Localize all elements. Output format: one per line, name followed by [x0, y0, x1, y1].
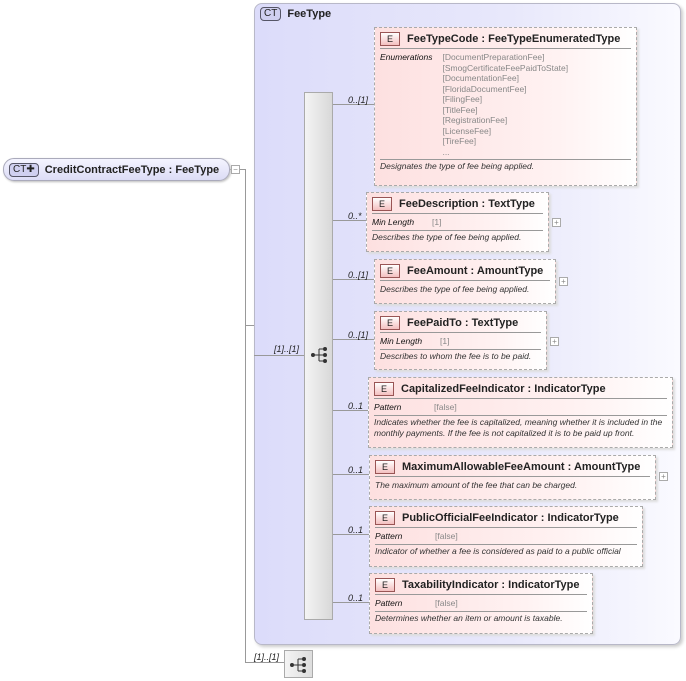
element-documentation: Designates the type of fee being applied… — [380, 161, 535, 171]
complex-type-label: FeeType — [287, 8, 332, 20]
element-header: E FeePaidTo : TextType — [380, 315, 541, 333]
element-box[interactable]: E MaximumAllowableFeeAmount : AmountType… — [369, 455, 656, 500]
connector — [245, 662, 284, 663]
facet-value: [1] — [432, 217, 442, 227]
element-header: E FeeAmount : AmountType — [380, 263, 550, 281]
facet-label: Enumerations — [380, 52, 433, 62]
facet-value: [DocumentationFee] — [442, 73, 519, 83]
multiplicity-label: 0..[1] — [348, 95, 369, 105]
element-name: CapitalizedFeeIndicator : IndicatorType — [401, 382, 606, 395]
element-documentation: Describes the type of fee being applied. — [380, 284, 530, 294]
element-header: E FeeDescription : TextType — [372, 196, 543, 214]
facet-value: [FloridaDocumentFee] — [442, 83, 527, 94]
multiplicity-label: 0..* — [348, 211, 362, 221]
facet-row: Pattern [false] — [375, 597, 587, 612]
facet-label: Pattern — [375, 598, 403, 608]
complex-type-plus-icon: CT✚ — [9, 162, 39, 177]
facet-value: [false] — [435, 531, 458, 541]
facet-value: [LicenseFee] — [442, 125, 492, 136]
element-box[interactable]: E TaxabilityIndicator : IndicatorType Pa… — [369, 573, 593, 634]
element-box[interactable]: E FeeTypeCode : FeeTypeEnumeratedType En… — [374, 27, 637, 186]
element-header: E TaxabilityIndicator : IndicatorType — [375, 577, 587, 595]
multiplicity-label: 0..1 — [348, 401, 364, 411]
facet-value: [false] — [434, 402, 457, 412]
expand-icon[interactable]: + — [659, 472, 668, 481]
complex-type-icon: CT — [260, 7, 282, 21]
sequence-icon — [311, 347, 327, 363]
element-documentation: Describes to whom the fee is to be paid. — [380, 350, 532, 361]
element-name: FeePaidTo : TextType — [407, 316, 519, 329]
bottom-multiplicity: [1]..[1] — [254, 652, 280, 662]
element-icon: E — [380, 31, 400, 46]
sequence-multiplicity: [1]..[1] — [274, 344, 300, 354]
expand-icon[interactable]: + — [552, 218, 561, 227]
multiplicity-label: 0..1 — [348, 465, 364, 475]
element-icon: E — [380, 315, 400, 330]
facet-row: Pattern [false] — [375, 530, 637, 545]
element-box[interactable]: E FeeAmount : AmountType Describes the t… — [374, 259, 556, 304]
facet-value: [FilingFee] — [442, 94, 483, 104]
connector — [245, 325, 254, 326]
element-documentation: Determines whether an item or amount is … — [375, 612, 563, 623]
sequence-icon — [290, 657, 306, 673]
element-header: E FeeTypeCode : FeeTypeEnumeratedType — [380, 31, 631, 49]
collapse-icon[interactable]: − — [231, 165, 240, 174]
expand-icon[interactable]: + — [550, 337, 559, 346]
facet-label: Pattern — [374, 402, 402, 412]
facet-label: Min Length — [372, 217, 415, 227]
expand-icon[interactable]: + — [559, 277, 568, 286]
multiplicity-label: 0..1 — [348, 525, 364, 535]
element-icon: E — [372, 196, 392, 211]
facet-row: Enumerations [DocumentPreparationFee] [Smo… — [380, 51, 631, 160]
facet-label: Pattern — [375, 531, 403, 541]
facet-row: Min Length [1] — [380, 335, 541, 350]
element-icon: E — [380, 263, 400, 278]
facet-label: Min Length — [380, 336, 423, 346]
element-header: E CapitalizedFeeIndicator : IndicatorTyp… — [374, 381, 667, 399]
facet-value: [false] — [435, 598, 458, 608]
element-name: MaximumAllowableFeeAmount : AmountType — [402, 460, 641, 473]
element-name: FeeTypeCode : FeeTypeEnumeratedType — [407, 32, 621, 45]
root-element[interactable]: CT✚ CreditContractFeeType : FeeType — [3, 158, 230, 181]
facet-value: [1] — [440, 336, 450, 346]
facet-value: [DocumentPreparationFee] — [442, 52, 545, 62]
facet-value: [SmogCertificateFeePaidToState] — [442, 62, 569, 73]
facet-value: [TireFee] — [442, 136, 477, 146]
facet-value: [TitleFee] — [442, 104, 478, 115]
element-name: PublicOfficialFeeIndicator : IndicatorTy… — [402, 511, 619, 524]
bottom-sequence-box[interactable] — [284, 650, 313, 678]
element-documentation: Indicates whether the fee is capitalized… — [374, 416, 663, 438]
element-icon: E — [375, 510, 395, 525]
complex-type-header: CT FeeType — [260, 7, 331, 21]
element-box[interactable]: E FeePaidTo : TextType Min Length [1] Desc… — [374, 311, 547, 370]
element-name: TaxabilityIndicator : IndicatorType — [402, 578, 580, 591]
element-documentation: The maximum amount of the fee that can b… — [375, 480, 578, 490]
facet-value: [RegistrationFee] — [442, 115, 508, 125]
element-icon: E — [374, 381, 394, 396]
multiplicity-label: 0..[1] — [348, 270, 369, 280]
element-icon: E — [375, 459, 395, 474]
facet-value: ... — [442, 146, 450, 157]
element-box[interactable]: E PublicOfficialFeeIndicator : Indicator… — [369, 506, 643, 567]
element-icon: E — [375, 577, 395, 592]
element-header: E PublicOfficialFeeIndicator : Indicator… — [375, 510, 637, 528]
root-name: CreditContractFeeType : FeeType — [44, 163, 220, 176]
element-documentation: Describes the type of fee being applied. — [372, 231, 522, 242]
connector — [245, 169, 246, 663]
multiplicity-label: 0..[1] — [348, 330, 369, 340]
multiplicity-label: 0..1 — [348, 593, 364, 603]
element-box[interactable]: E FeeDescription : TextType Min Length [1… — [366, 192, 549, 252]
element-header: E MaximumAllowableFeeAmount : AmountType — [375, 459, 650, 477]
connector — [254, 355, 304, 356]
element-name: FeeAmount : AmountType — [407, 264, 544, 277]
element-name: FeeDescription : TextType — [399, 197, 535, 210]
facet-row: Pattern [false] — [374, 401, 667, 416]
element-box[interactable]: E CapitalizedFeeIndicator : IndicatorTyp… — [368, 377, 673, 448]
element-documentation: Indicator of whether a fee is considered… — [375, 545, 621, 556]
facet-row: Min Length [1] — [372, 216, 543, 231]
